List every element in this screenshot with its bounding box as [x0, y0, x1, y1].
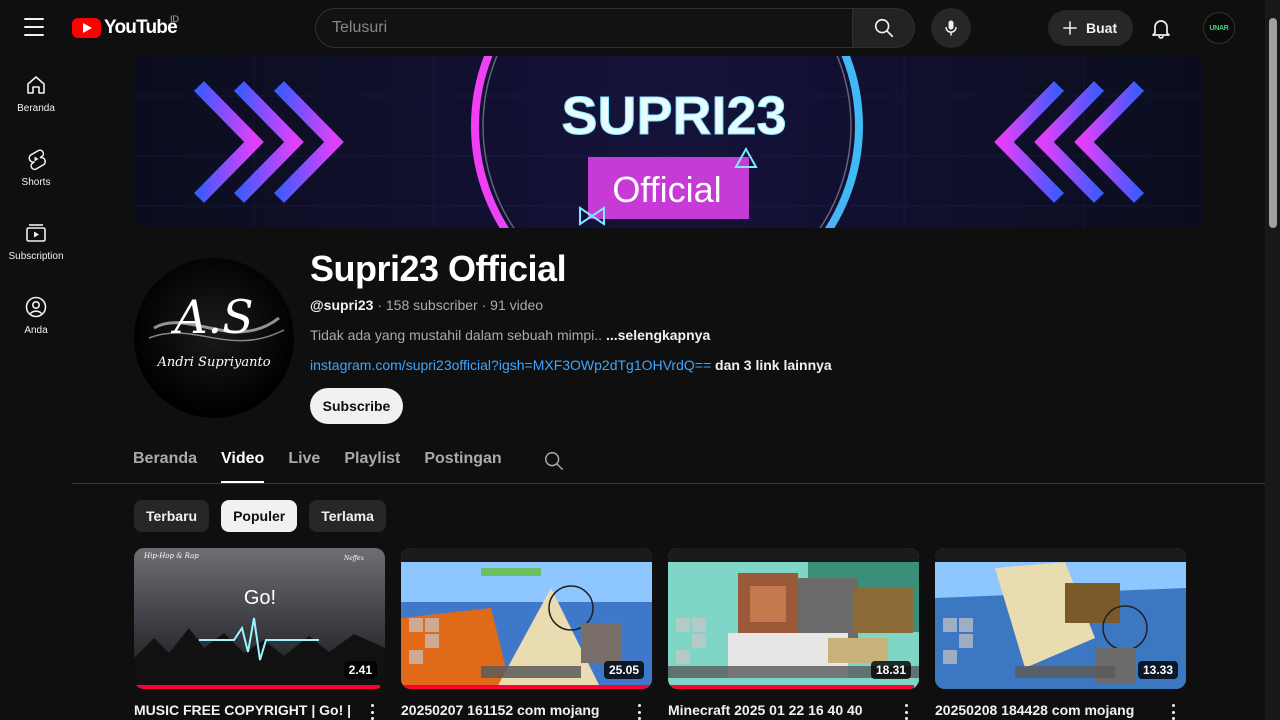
video-card[interactable]: 25.05 20250207 161152 com mojang — [401, 548, 652, 720]
create-label: Buat — [1086, 20, 1118, 36]
more-actions-icon[interactable] — [1171, 704, 1175, 720]
thumb-tag: Hip-Hop & Rap — [143, 552, 199, 560]
video-duration: 25.05 — [603, 661, 644, 679]
search-bar — [315, 8, 915, 48]
channel-link[interactable]: instagram.com/supri23official?igsh=MXF3O… — [310, 357, 711, 373]
search-icon — [874, 18, 893, 38]
country-code: ID — [170, 14, 179, 24]
youtube-channel-page: YouTube ID Buat UNAR Beranda Shor — [0, 0, 1280, 720]
thumb-brand: Neffex — [343, 555, 365, 562]
avatar-text: UNAR — [1209, 24, 1229, 32]
you-icon — [25, 296, 47, 317]
sidebar-item-home[interactable]: Beranda — [0, 56, 72, 130]
voice-search-button[interactable] — [931, 8, 971, 48]
channel-handle: @supri23 — [310, 297, 374, 313]
watch-progress — [401, 685, 652, 689]
video-title[interactable]: 20250207 161152 com mojang — [401, 702, 621, 718]
video-thumbnail[interactable]: 18.31 — [668, 548, 919, 689]
video-thumbnail[interactable]: 13.33 — [935, 548, 1186, 689]
search-box[interactable] — [315, 8, 852, 48]
sidebar-item-label: Beranda — [17, 102, 55, 114]
more-actions-icon[interactable] — [637, 704, 641, 720]
channel-logo-artwork: A.S Andri Supriyanto — [148, 290, 285, 370]
banner-artwork: SUPRI23 Official — [134, 56, 1204, 228]
video-card[interactable]: 18.31 Minecraft 2025 01 22 16 40 40 — [668, 548, 919, 720]
scrollbar-thumb[interactable] — [1269, 18, 1277, 228]
home-icon — [27, 75, 45, 94]
subscriptions-icon — [26, 223, 46, 242]
tab-videos[interactable]: Video — [221, 440, 265, 483]
banner-subtitle: Official — [612, 169, 721, 210]
account-avatar[interactable]: UNAR — [1203, 12, 1235, 44]
avatar-signature: Andri Supriyanto — [156, 355, 270, 370]
create-button[interactable]: Buat — [1048, 10, 1134, 46]
left-chevrons — [194, 81, 344, 203]
plus-icon — [1063, 21, 1077, 35]
video-duration: 13.33 — [1137, 661, 1178, 679]
watch-progress — [668, 685, 914, 689]
chip-latest[interactable]: Terbaru — [134, 500, 210, 532]
video-card[interactable]: 13.33 20250208 184428 com mojang — [935, 548, 1186, 720]
video-thumbnail[interactable]: Go! Hip-Hop & Rap Neffex 2.41 — [134, 548, 385, 689]
search-input[interactable] — [332, 19, 852, 37]
channel-search-icon[interactable] — [543, 450, 565, 472]
banner-title: SUPRI23 — [561, 86, 786, 146]
channel-banner: SUPRI23 Official — [134, 56, 1204, 228]
sidebar-item-label: Anda — [24, 324, 48, 336]
tabs-divider — [72, 483, 1265, 484]
page-scrollbar[interactable] — [1265, 0, 1280, 720]
description-more-link[interactable]: ...selengkapnya — [606, 327, 710, 343]
sort-chips: Terbaru Populer Terlama — [134, 500, 386, 532]
video-thumbnail[interactable]: 25.05 — [401, 548, 652, 689]
video-title[interactable]: Minecraft 2025 01 22 16 40 40 — [668, 702, 888, 718]
search-button[interactable] — [852, 8, 915, 48]
notifications-bell-icon[interactable] — [1149, 16, 1173, 40]
chip-popular[interactable]: Populer — [221, 500, 298, 532]
channel-name: Supri23 Official — [310, 248, 567, 289]
menu-icon[interactable] — [24, 18, 44, 36]
sidebar-item-label: Subscription — [8, 250, 64, 262]
watch-progress — [134, 685, 380, 689]
channel-links: instagram.com/supri23official?igsh=MXF3O… — [310, 357, 832, 373]
video-duration: 2.41 — [343, 661, 377, 679]
video-card[interactable]: Go! Hip-Hop & Rap Neffex 2.41 MUSIC FREE… — [134, 548, 385, 720]
shorts-icon — [28, 148, 46, 170]
avatar-initials: A.S — [170, 290, 253, 344]
sidebar-item-label: Shorts — [21, 176, 51, 188]
top-bar: YouTube ID Buat UNAR — [0, 0, 1280, 56]
tab-posts[interactable]: Postingan — [424, 440, 501, 483]
video-title[interactable]: 20250208 184428 com mojang — [935, 702, 1155, 718]
sidebar-item-subscriptions[interactable]: Subscription — [0, 204, 72, 278]
video-title[interactable]: MUSIC FREE COPYRIGHT | Go! | — [134, 702, 354, 718]
sidebar-item-you[interactable]: Anda — [0, 278, 72, 352]
channel-meta: @supri23 · 158 subscriber · 91 video — [310, 297, 543, 313]
tab-live[interactable]: Live — [288, 440, 320, 483]
more-actions-icon[interactable] — [370, 704, 374, 720]
thumb-text: Go! — [244, 587, 276, 609]
more-actions-icon[interactable] — [904, 704, 908, 720]
right-chevrons — [994, 81, 1144, 203]
microphone-icon — [945, 20, 957, 36]
video-duration: 18.31 — [870, 661, 911, 679]
logo-text: YouTube — [104, 17, 178, 38]
channel-tabs: Beranda Video Live Playlist Postingan — [133, 440, 526, 483]
subscribe-button[interactable]: Subscribe — [310, 388, 403, 424]
chip-oldest[interactable]: Terlama — [309, 500, 386, 532]
tab-home[interactable]: Beranda — [133, 440, 197, 483]
youtube-logo[interactable]: YouTube — [72, 17, 178, 39]
tab-playlists[interactable]: Playlist — [344, 440, 400, 483]
channel-avatar: A.S Andri Supriyanto — [134, 258, 294, 418]
channel-description[interactable]: Tidak ada yang mustahil dalam sebuah mim… — [310, 327, 710, 343]
description-text: Tidak ada yang mustahil dalam sebuah mim… — [310, 327, 606, 343]
more-links[interactable]: dan 3 link lainnya — [711, 357, 832, 373]
sidebar-item-shorts[interactable]: Shorts — [0, 130, 72, 204]
mini-guide-sidebar: Beranda Shorts Subscription Anda — [0, 56, 72, 352]
channel-stats: · 158 subscriber · 91 video — [373, 297, 544, 313]
youtube-play-icon — [72, 18, 101, 38]
